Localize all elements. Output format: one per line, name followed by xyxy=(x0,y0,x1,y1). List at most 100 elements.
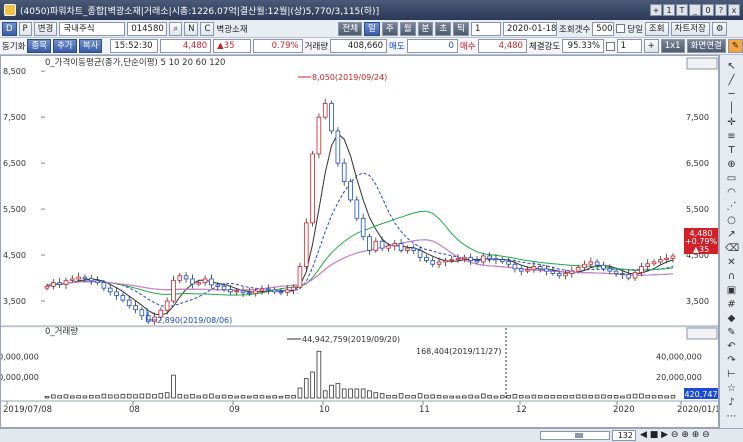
ruler-icon[interactable]: ⊢ xyxy=(725,369,738,380)
count-input[interactable]: 500 xyxy=(592,21,615,36)
delete-icon[interactable]: ✕ xyxy=(725,257,738,268)
volume-bar xyxy=(430,394,436,399)
plus-button[interactable]: + xyxy=(643,39,659,53)
gear-icon[interactable]: ⚙ xyxy=(711,21,728,36)
candle-body xyxy=(253,290,258,295)
close-button[interactable]: x xyxy=(728,4,740,16)
mode-p-button[interactable]: P xyxy=(18,21,32,36)
volume-bar xyxy=(272,395,277,399)
candle-body xyxy=(493,258,499,261)
candle-body xyxy=(69,278,75,281)
copy-button[interactable]: 복사 xyxy=(78,39,103,53)
price-pane-buttons[interactable] xyxy=(686,57,718,70)
period-tick-button[interactable]: 틱 xyxy=(453,21,469,36)
hline-icon[interactable]: ─ xyxy=(725,89,738,100)
cross-icon[interactable]: ✛ xyxy=(725,117,738,128)
more-icon[interactable]: ⋯ xyxy=(725,411,738,422)
text-button[interactable]: T xyxy=(676,4,688,16)
period-month-button[interactable]: 월 xyxy=(399,21,416,36)
period-all-button[interactable]: 전체 xyxy=(338,21,363,36)
volume-bar xyxy=(303,378,309,399)
market-select[interactable]: 국내주식 xyxy=(59,21,126,36)
vline-icon[interactable]: │ xyxy=(725,103,738,114)
minimize-button[interactable]: _ xyxy=(689,4,701,16)
grid-icon[interactable]: # xyxy=(725,299,738,310)
period-second-button[interactable]: 초 xyxy=(435,21,452,36)
fibo-icon[interactable]: ≡ xyxy=(725,131,738,142)
pin-button[interactable]: + xyxy=(650,4,662,16)
period-day-button[interactable]: 일 xyxy=(364,21,380,36)
volume-pane-buttons[interactable] xyxy=(686,327,718,340)
stock-button[interactable]: 종목 xyxy=(27,39,52,53)
zoom-icon[interactable]: ⊕ xyxy=(725,159,738,170)
candle xyxy=(594,259,600,270)
volume-bar xyxy=(183,394,189,399)
nav-buttons[interactable]: ◀ ■ ▶ ⊖ ⊕ ⊕ ⊖ xyxy=(640,430,710,440)
add-button[interactable]: 추가 xyxy=(53,39,77,53)
eraser-icon[interactable]: ⌫ xyxy=(725,243,739,254)
redo-icon[interactable]: ↷ xyxy=(725,355,738,366)
scroll-bar[interactable]: 132 ◀ ■ ▶ ⊖ ⊕ ⊕ ⊖ xyxy=(0,428,743,442)
change-button[interactable]: 변경 xyxy=(33,21,58,36)
lock-icon[interactable]: ▣ xyxy=(725,285,738,296)
star-icon[interactable]: ☆ xyxy=(725,383,738,394)
arc-icon[interactable]: ◠ xyxy=(725,187,738,198)
price-chart[interactable]: 0_가격이동평균(종가,단순이평) 5 10 20 60 120 0_거래량 8… xyxy=(0,56,726,427)
arrow-icon[interactable]: ↗ xyxy=(725,229,738,240)
price-tick-right: 5,500 xyxy=(686,205,709,214)
ellipse-icon[interactable]: ○ xyxy=(725,215,738,226)
period-minute-button[interactable]: 분 xyxy=(417,21,434,36)
x-label: 11 xyxy=(419,405,430,415)
volume-bar xyxy=(82,395,88,399)
maximize-button[interactable]: 0 xyxy=(702,4,714,16)
split-button[interactable]: 1 xyxy=(663,4,675,16)
query-button[interactable]: 조회 xyxy=(644,21,669,36)
candle xyxy=(379,236,385,252)
volume-bar xyxy=(44,396,50,399)
strength-checkbox[interactable] xyxy=(606,41,615,51)
undo-icon[interactable]: ↶ xyxy=(725,341,738,352)
candle xyxy=(139,306,145,321)
volume-bar xyxy=(436,395,442,399)
chart-area[interactable]: 0_가격이동평균(종가,단순이평) 5 10 20 60 120 0_거래량 8… xyxy=(0,55,726,428)
scroll-thumb[interactable] xyxy=(575,433,583,438)
candle-body xyxy=(310,153,315,224)
candle-body xyxy=(303,222,309,267)
c-button[interactable]: C xyxy=(200,21,215,36)
spin-input[interactable]: 1 xyxy=(616,39,642,53)
volume-bar xyxy=(95,395,100,399)
volume-bar xyxy=(670,395,676,399)
period-value-input[interactable]: 1 xyxy=(471,21,501,36)
period-week-button[interactable]: 주 xyxy=(381,21,398,36)
candle xyxy=(354,196,360,222)
magnet-icon[interactable]: ∩ xyxy=(725,271,738,282)
scroll-track[interactable] xyxy=(540,431,610,440)
code-input[interactable]: 014580 xyxy=(127,21,168,36)
text-icon[interactable]: T xyxy=(725,145,738,156)
volume-bar xyxy=(455,395,461,399)
fan-icon[interactable]: ⋰ xyxy=(725,201,738,212)
trend-icon[interactable]: ╱ xyxy=(725,75,738,86)
mode-d-button[interactable]: D xyxy=(2,21,17,36)
color-icon[interactable]: ◆ xyxy=(725,313,738,324)
brush-icon[interactable]: ✎ xyxy=(725,327,738,338)
candle-body xyxy=(556,273,562,277)
pen-icon[interactable]: ✎ xyxy=(727,39,743,53)
n-button[interactable]: N xyxy=(184,21,199,36)
help-button[interactable]: ? xyxy=(715,4,727,16)
screen-link-button[interactable]: 화면연결 xyxy=(686,39,726,53)
candle-body xyxy=(569,270,575,274)
date-input[interactable]: 2020-01-18 xyxy=(503,21,557,36)
channel-icon[interactable]: ▭ xyxy=(725,173,738,184)
candle xyxy=(126,296,132,309)
ratio-button[interactable]: 1x1 xyxy=(660,39,685,53)
search-icon[interactable]: ⌕ xyxy=(169,21,183,36)
volume-bar xyxy=(658,395,663,399)
zoom-value[interactable]: 132 xyxy=(612,430,636,441)
today-checkbox[interactable] xyxy=(616,24,626,33)
bell-icon[interactable]: ♪ xyxy=(725,397,738,408)
cursor-icon[interactable]: ↖ xyxy=(725,61,738,72)
strength-value: 95.33% xyxy=(562,39,605,53)
candle xyxy=(373,237,379,253)
save-chart-button[interactable]: 차트저장 xyxy=(670,21,710,36)
